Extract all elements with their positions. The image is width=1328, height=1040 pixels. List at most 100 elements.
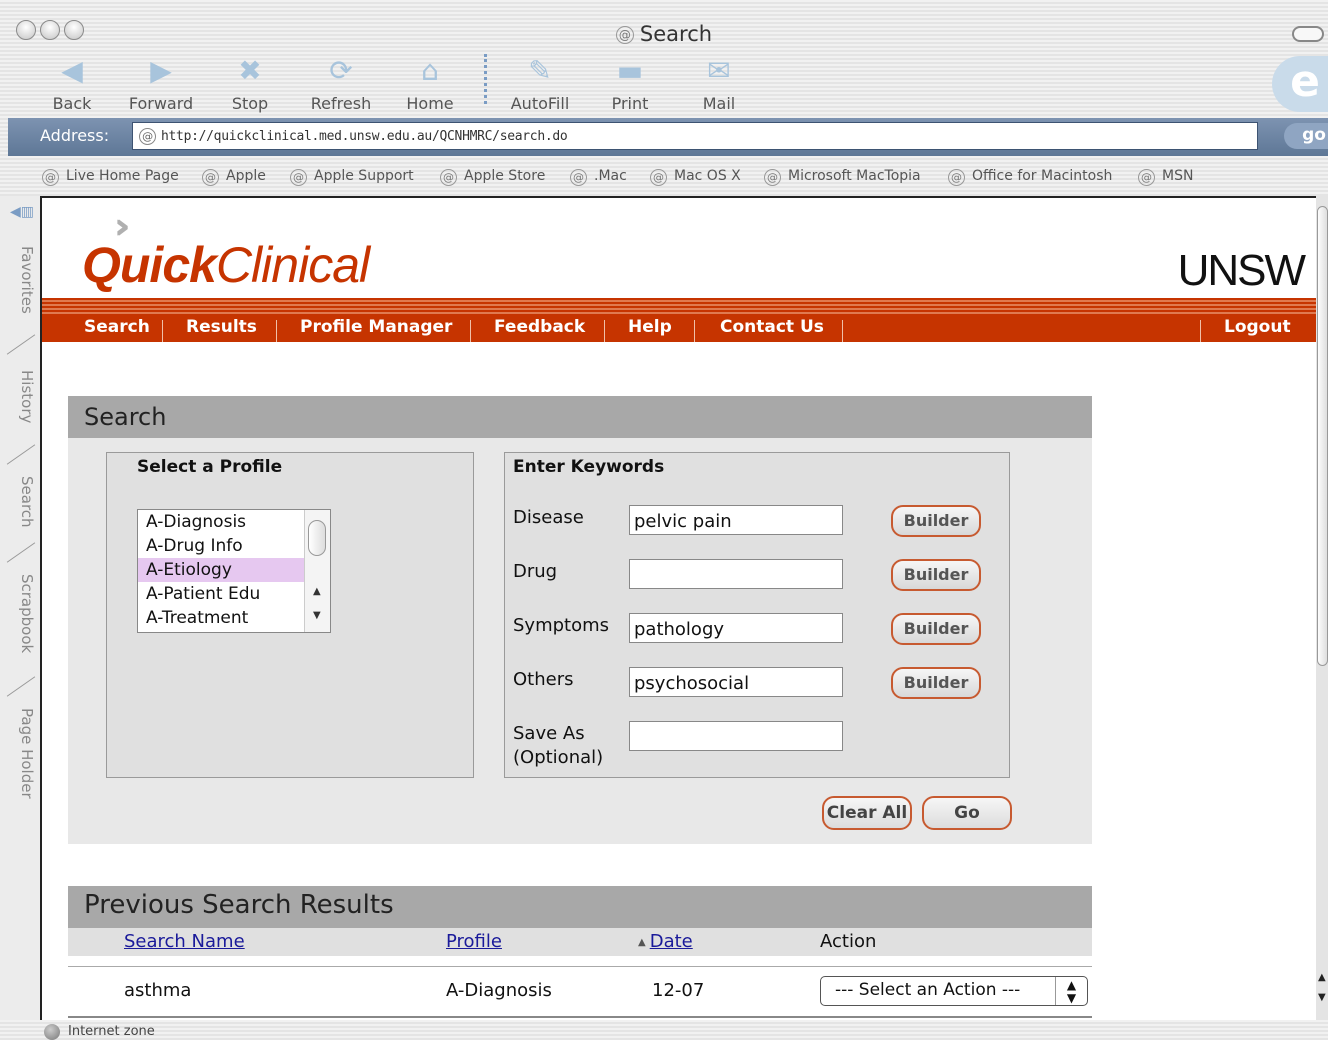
at-icon: @ xyxy=(1138,169,1155,186)
nav-divider xyxy=(694,320,695,342)
tab-scrapbook[interactable]: Scrapbook xyxy=(6,574,36,653)
address-label: Address: xyxy=(40,126,110,145)
at-icon: @ xyxy=(570,169,587,186)
nav-help[interactable]: Help xyxy=(628,317,672,337)
save-as-input[interactable] xyxy=(629,721,843,751)
profile-box: Select a Profile A-Diagnosis A-Drug Info… xyxy=(106,452,474,778)
tab-history[interactable]: History xyxy=(6,370,36,423)
mail-envelope-icon: ✉ xyxy=(707,54,731,87)
refresh-button[interactable]: ⟳ Refresh xyxy=(306,54,376,113)
scroll-thumb[interactable] xyxy=(308,520,326,556)
scroll-down-arrow-icon[interactable]: ▼ xyxy=(313,610,321,621)
results-bottom-border xyxy=(68,1016,1092,1018)
search-panel: Search Select a Profile A-Diagnosis A-Dr… xyxy=(68,396,1092,844)
disease-label: Disease xyxy=(513,507,584,528)
profile-option[interactable]: A-Patient Edu xyxy=(138,582,330,606)
profile-option[interactable]: A-Treatment xyxy=(138,606,330,630)
favorite-apple-store[interactable]: @ Apple Store xyxy=(440,168,545,186)
nav-feedback[interactable]: Feedback xyxy=(494,317,585,337)
go-button[interactable]: Go xyxy=(922,796,1012,830)
stop-button[interactable]: ✖ Stop xyxy=(228,54,272,113)
printer-icon: ▬ xyxy=(616,54,644,87)
home-icon: ⌂ xyxy=(421,54,439,87)
explorer-logo-icon: e xyxy=(1272,56,1328,112)
drug-label: Drug xyxy=(513,561,558,582)
favorite-msn[interactable]: @ MSN xyxy=(1138,168,1193,186)
symptoms-builder-button[interactable]: Builder xyxy=(891,613,981,645)
nav-results[interactable]: Results xyxy=(186,317,257,337)
column-search-name[interactable]: Search Name xyxy=(124,931,245,952)
address-go-button[interactable]: go xyxy=(1284,123,1328,149)
symptoms-label: Symptoms xyxy=(513,615,610,636)
drug-builder-button[interactable]: Builder xyxy=(891,559,981,591)
select-arrows-icon: ▲ ▼ xyxy=(1055,977,1087,1005)
at-icon: @ xyxy=(948,169,965,186)
clear-all-button[interactable]: Clear All xyxy=(822,796,912,830)
profile-listbox[interactable]: A-Diagnosis A-Drug Info A-Etiology A-Pat… xyxy=(137,509,331,633)
at-icon: @ xyxy=(440,169,457,186)
symptoms-input[interactable] xyxy=(629,613,843,643)
keywords-box-title: Enter Keywords xyxy=(513,457,665,477)
drug-input[interactable] xyxy=(629,559,843,589)
profile-option-selected[interactable]: A-Etiology xyxy=(138,558,330,582)
profile-option[interactable]: A-Drug Info xyxy=(138,534,330,558)
favorite-microsoft-mactopia[interactable]: @ Microsoft MacTopia xyxy=(764,168,921,186)
column-date[interactable]: ▲ Date xyxy=(638,931,693,952)
page-scroll-up-icon[interactable]: ▲ xyxy=(1318,972,1326,983)
profile-list-scrollbar[interactable]: ▲ ▼ xyxy=(304,510,330,632)
others-builder-button[interactable]: Builder xyxy=(891,667,981,699)
sidebar-toggle-icon[interactable]: ◀▥ xyxy=(10,204,34,222)
toolbar-toggle-button[interactable] xyxy=(1292,26,1324,42)
at-icon: @ xyxy=(139,128,156,145)
autofill-button[interactable]: ✎ AutoFill xyxy=(504,54,576,113)
nav-search[interactable]: Search xyxy=(84,317,150,337)
tab-divider xyxy=(6,444,36,465)
action-select[interactable]: --- Select an Action --- ▲ ▼ xyxy=(820,976,1088,1006)
forward-button[interactable]: ▶ Forward xyxy=(124,54,198,113)
column-action: Action xyxy=(820,931,877,952)
disease-input[interactable] xyxy=(629,505,843,535)
others-input[interactable] xyxy=(629,667,843,697)
column-profile[interactable]: Profile xyxy=(446,931,502,952)
page-scrollbar[interactable]: ▲ ▼ xyxy=(1316,196,1328,1020)
print-button[interactable]: ▬ Print xyxy=(606,54,654,113)
stop-x-icon: ✖ xyxy=(238,54,262,87)
at-icon: @ xyxy=(202,169,219,186)
profile-option[interactable]: A-Diagnosis xyxy=(138,510,330,534)
tab-page-holder[interactable]: Page Holder xyxy=(6,708,36,799)
result-search-name: asthma xyxy=(124,980,192,1001)
status-bar: Internet zone xyxy=(0,1020,1328,1040)
favorite-apple-support[interactable]: @ Apple Support xyxy=(290,168,414,186)
nav-profile-manager[interactable]: Profile Manager xyxy=(300,317,452,337)
page-scroll-thumb[interactable] xyxy=(1317,206,1328,666)
sort-ascending-icon: ▲ xyxy=(638,937,646,948)
favorite-mac-os-x[interactable]: @ Mac OS X xyxy=(650,168,741,186)
quickclinical-logo[interactable]: QuickClinical xyxy=(82,236,370,294)
tab-favorites[interactable]: Favorites xyxy=(6,246,36,314)
autofill-pen-icon: ✎ xyxy=(528,54,552,87)
disease-builder-button[interactable]: Builder xyxy=(891,505,981,537)
at-icon: @ xyxy=(764,169,781,186)
nav-logout[interactable]: Logout xyxy=(1224,317,1291,337)
home-button[interactable]: ⌂ Home xyxy=(402,54,458,113)
favorite-dotmac[interactable]: @ .Mac xyxy=(570,168,627,186)
main-nav: Search Results Profile Manager Feedback … xyxy=(42,314,1316,342)
favorites-bar: @ Live Home Page @ Apple @ Apple Support @ A… xyxy=(0,160,1328,194)
tab-search[interactable]: Search xyxy=(6,476,36,528)
at-icon: @ xyxy=(42,169,59,186)
favorite-live-home-page[interactable]: @ Live Home Page xyxy=(42,168,179,186)
nav-divider xyxy=(470,320,471,342)
nav-contact-us[interactable]: Contact Us xyxy=(720,317,824,337)
browser-window: @ Search ◀ Back ▶ Forward ✖ Stop ⟳ Refresh ⌂ H… xyxy=(0,0,1328,1040)
nav-divider xyxy=(1200,320,1201,342)
save-as-label: Save As xyxy=(513,723,585,744)
scroll-up-arrow-icon[interactable]: ▲ xyxy=(313,586,321,597)
mail-button[interactable]: ✉ Mail xyxy=(698,54,740,113)
favorite-office-for-macintosh[interactable]: @ Office for Macintosh xyxy=(948,168,1112,186)
others-label: Others xyxy=(513,669,574,690)
favorite-apple[interactable]: @ Apple xyxy=(202,168,266,186)
address-input[interactable]: @ http://quickclinical.med.unsw.edu.au/Q… xyxy=(132,122,1258,150)
address-bar: Address: @ http://quickclinical.med.unsw… xyxy=(8,118,1328,156)
back-button[interactable]: ◀ Back xyxy=(50,54,94,113)
page-scroll-down-icon[interactable]: ▼ xyxy=(1318,992,1326,1003)
